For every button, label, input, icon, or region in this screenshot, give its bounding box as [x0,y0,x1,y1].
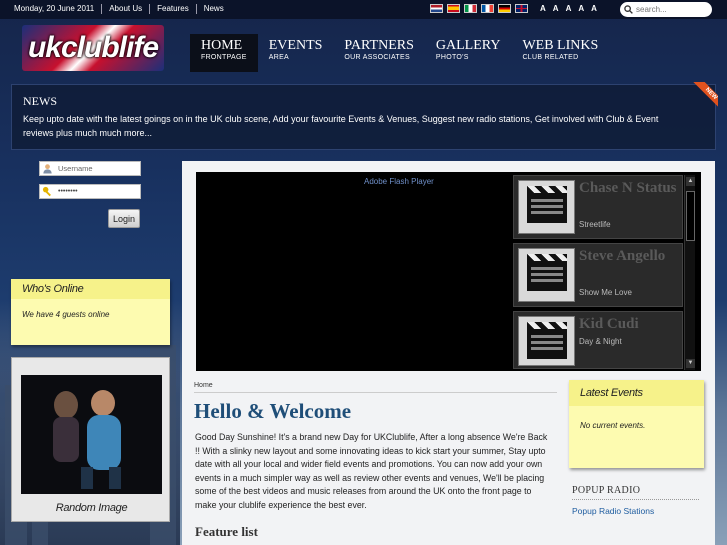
random-image-caption: Random Image [55,502,128,514]
new-badge: NEW [684,82,718,116]
video-list-scrollbar[interactable]: ▲ ▼ [684,175,695,370]
nav-partners-sub: OUR ASSOCIATES [344,54,410,61]
breadcrumb[interactable]: Home [194,382,213,389]
font-size-a5[interactable]: A [591,4,597,13]
username-field[interactable]: Username [39,161,141,176]
random-image[interactable] [21,375,162,494]
search-icon [624,5,633,14]
nav-events-sub: AREA [268,54,290,61]
latest-events-widget: Latest Events No current events. [569,380,704,468]
breadcrumb-divider [194,392,557,393]
it-flag[interactable] [464,4,477,13]
feature-list-heading: Feature list [195,524,258,539]
scroll-up-icon[interactable]: ▲ [686,177,695,186]
whos-online-title: Who's Online [11,279,170,299]
clapperboard-icon [527,254,567,291]
nav-web-links-sub: CLUB RELATED [522,54,579,61]
about-us-link[interactable]: About Us [101,4,149,14]
video-item[interactable]: Steve Angello Show Me Love [513,243,683,307]
whos-online-widget: Who's Online We have 4 guests online [11,279,170,345]
main-nav: HOME FRONTPAGE EVENTS AREA PARTNERS OUR ASS… [190,34,609,72]
date-text: Monday, 20 June 2011 [14,4,95,13]
video-subtitle: Day & Night [579,337,622,346]
search-input[interactable] [636,5,706,14]
clapperboard-icon [527,186,567,223]
font-size-controls: A A A A A [540,4,597,13]
de-flag[interactable] [498,4,511,13]
clapperboard-icon [527,322,567,359]
nav-home-sub: FRONTPAGE [201,54,247,61]
latest-events-title: Latest Events [569,380,704,406]
nav-events-title: EVENTS [268,38,323,53]
whos-online-text: We have 4 guests online [22,310,110,319]
nav-partners-title: PARTNERS [344,38,414,53]
nav-gallery[interactable]: GALLERY PHOTO'S [425,34,512,72]
font-size-a4[interactable]: A [578,4,584,13]
video-title: Chase N Status [579,180,677,196]
nav-web-links-title: WEB LINKS [522,38,599,53]
video-title: Steve Angello [579,248,666,264]
nav-events[interactable]: EVENTS AREA [258,34,334,72]
features-link[interactable]: Features [149,4,196,14]
news-text: Keep upto date with the latest goings on… [23,114,659,138]
username-placeholder: Username [58,164,93,173]
nl-flag[interactable] [430,4,443,13]
search-box [620,2,712,17]
es-flag[interactable] [447,4,460,13]
logo-text: ukclublife [27,31,159,64]
nav-gallery-sub: PHOTO'S [435,54,469,61]
popup-radio-link[interactable]: Popup Radio Stations [572,506,654,516]
top-bar: Monday, 20 June 2011 About Us Features N… [0,0,727,19]
nav-home[interactable]: HOME FRONTPAGE [190,34,258,72]
video-subtitle: Streetlife [579,220,611,229]
user-icon [43,164,52,174]
font-size-a2[interactable]: A [553,4,559,13]
font-size-a1[interactable]: A [540,4,546,13]
video-item[interactable]: Chase N Status Streetlife [513,175,683,239]
popup-radio-title: POPUP RADIO [572,485,641,496]
welcome-text: Good Day Sunshine! It's a brand new Day … [195,432,548,510]
site-logo[interactable]: ukclublife [22,25,164,71]
language-flags [430,4,528,13]
nav-gallery-title: GALLERY [435,38,501,53]
scroll-down-icon[interactable]: ▼ [686,359,695,368]
flash-player-label: Adobe Flash Player [364,177,434,186]
video-thumbnail [518,180,575,234]
password-value: •••••••• [58,188,78,195]
popup-radio-divider [572,499,699,500]
video-thumbnail [518,248,575,302]
key-icon [42,186,51,197]
page-title: Hello & Welcome [194,399,352,423]
random-image-widget: Random Image [11,357,170,522]
nav-partners[interactable]: PARTNERS OUR ASSOCIATES [333,34,424,72]
uk-flag[interactable] [515,4,528,13]
nav-home-title: HOME [201,38,243,53]
video-item[interactable]: Kid Cudi Day & Night [513,311,683,369]
nav-web-links[interactable]: WEB LINKS CLUB RELATED [511,34,609,72]
top-links: Monday, 20 June 2011 About Us Features N… [14,4,231,14]
latest-events-text: No current events. [580,421,646,430]
login-button[interactable]: Login [108,209,140,228]
video-subtitle: Show Me Love [579,288,632,297]
video-thumbnail [518,316,575,366]
font-size-a3[interactable]: A [566,4,572,13]
news-title: NEWS [23,94,57,108]
scroll-thumb[interactable] [686,191,695,241]
news-banner: NEWS Keep upto date with the latest goin… [11,82,718,150]
video-title: Kid Cudi [579,316,639,332]
fr-flag[interactable] [481,4,494,13]
password-field[interactable]: •••••••• [39,184,141,199]
new-badge-label: NEW [693,82,718,112]
news-link[interactable]: News [195,4,231,14]
